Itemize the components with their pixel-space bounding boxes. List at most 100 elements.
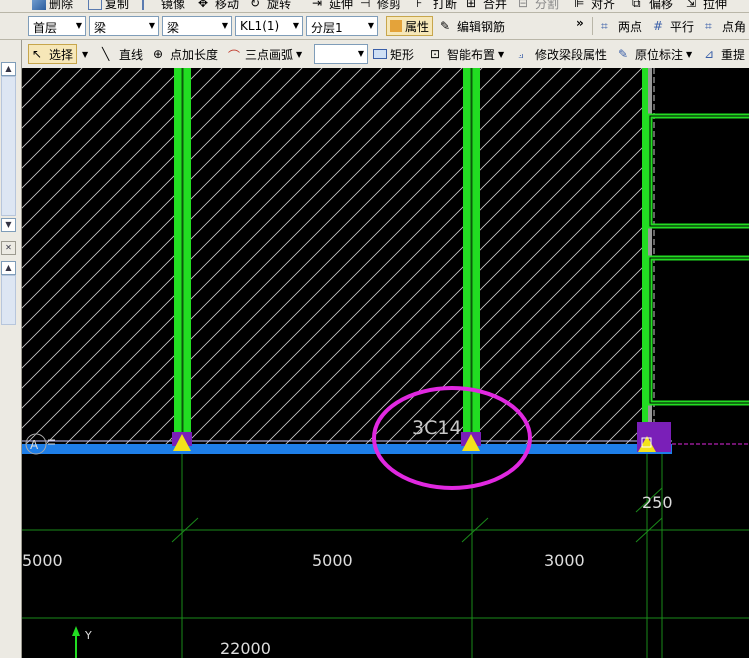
type-select[interactable]: 梁 ▼ bbox=[89, 16, 159, 36]
mirror-icon bbox=[142, 0, 158, 10]
dimension-text-small: 250 bbox=[642, 493, 673, 512]
component-select[interactable]: KL1(1) ▼ bbox=[235, 16, 303, 36]
point-length-button[interactable]: ⊕ 点加长度 bbox=[153, 44, 218, 64]
beam-frame-inner-line bbox=[649, 115, 749, 227]
properties-icon bbox=[390, 20, 402, 32]
rebar-label[interactable]: 3C14 bbox=[412, 417, 462, 439]
split-icon: ⊟ bbox=[518, 0, 529, 10]
subtype-select[interactable]: 梁 ▼ bbox=[162, 16, 232, 36]
mirror-button[interactable]: 镜像 bbox=[142, 0, 185, 12]
merge-icon: ⊞ bbox=[466, 0, 477, 10]
smart-layout-icon: ⊡ bbox=[430, 47, 441, 61]
delete-button[interactable]: 删除 bbox=[32, 0, 73, 12]
select-dropdown[interactable]: ▼ bbox=[82, 44, 88, 64]
stretch-icon: ⇲ bbox=[686, 0, 697, 10]
select-button[interactable]: ↖ 选择 bbox=[28, 44, 78, 64]
scroll-up-button-2[interactable]: ▲ bbox=[1, 261, 16, 275]
annotation-icon: ✎ bbox=[618, 47, 629, 61]
rotate-button[interactable]: ↻ 旋转 bbox=[250, 0, 291, 12]
two-points-button[interactable]: ⌗ 两点 bbox=[601, 16, 642, 36]
chevron-down-icon: ▼ bbox=[367, 21, 375, 30]
scrollbar-track-2[interactable] bbox=[1, 275, 16, 325]
move-button[interactable]: ✥ 移动 bbox=[198, 0, 239, 12]
toolbar-separator bbox=[592, 17, 593, 35]
dimension-text: 5000 bbox=[22, 551, 63, 570]
extend-button[interactable]: ⇥ 延伸 bbox=[312, 0, 353, 12]
point-angle-button[interactable]: ⌗ 点角 bbox=[705, 16, 746, 36]
ucs-y-arrow bbox=[72, 626, 80, 636]
trim-button[interactable]: ⊣ 修剪 bbox=[360, 0, 401, 12]
beam-frames-right bbox=[647, 113, 749, 406]
parallel-icon: # bbox=[653, 19, 664, 33]
reextract-button[interactable]: ⊿ 重提 bbox=[704, 44, 745, 64]
start-letter: A bbox=[30, 438, 39, 452]
dimension-text: 5000 bbox=[312, 551, 353, 570]
scrollbar-track[interactable] bbox=[1, 76, 16, 216]
align-button[interactable]: ⊫ 对齐 bbox=[574, 0, 615, 12]
properties-button[interactable]: 属性 bbox=[386, 16, 434, 36]
ucs-y-label: Y bbox=[84, 629, 92, 642]
delete-icon bbox=[32, 0, 46, 10]
toolbar-edit: 删除 复制 镜像 ✥ 移动 ↻ 旋转 ⇥ 延伸 ⊣ 修剪 ⊦ 打断 ⊞ 合并 ⊟ 分割 ⊫ 对齐… bbox=[0, 0, 749, 13]
chevron-down-icon: ▼ bbox=[686, 49, 693, 59]
chevron-down-icon: ▼ bbox=[148, 21, 156, 30]
floor-select[interactable]: 首层 ▼ bbox=[28, 16, 86, 36]
ucs-axis-icon: Y bbox=[72, 626, 92, 658]
inplace-annotation-button[interactable]: ✎ 原位标注 ▼ bbox=[618, 44, 692, 64]
scroll-up-button[interactable]: ▲ bbox=[1, 62, 16, 76]
split-button[interactable]: ⊟ 分割 bbox=[518, 0, 559, 12]
offset-button[interactable]: ⧉ 偏移 bbox=[632, 0, 673, 12]
chevron-down-icon: ▼ bbox=[296, 49, 303, 59]
reextract-icon: ⊿ bbox=[704, 47, 715, 61]
more-toolbar-button[interactable]: » bbox=[576, 13, 584, 33]
copy-button[interactable]: 复制 bbox=[88, 0, 129, 12]
chevron-down-icon: ▼ bbox=[292, 21, 300, 30]
layer-select[interactable]: 分层1 ▼ bbox=[306, 16, 378, 36]
break-button[interactable]: ⊦ 打断 bbox=[416, 0, 457, 12]
offset-icon: ⧉ bbox=[632, 0, 641, 10]
break-icon: ⊦ bbox=[416, 0, 423, 10]
point-angle-icon: ⌗ bbox=[705, 19, 712, 33]
align-icon: ⊫ bbox=[574, 0, 585, 10]
line-button[interactable]: ╲ 直线 bbox=[102, 44, 143, 64]
slab-hatch bbox=[22, 68, 642, 444]
edit-rebar-button[interactable]: ✎ 编辑钢筋 bbox=[440, 16, 505, 36]
beam-frame bbox=[647, 113, 749, 229]
chevron-down-icon: ▼ bbox=[75, 21, 83, 30]
two-points-icon: ⌗ bbox=[601, 19, 608, 33]
dimension-total-text: 22000 bbox=[220, 639, 271, 658]
merge-button[interactable]: ⊞ 合并 bbox=[466, 0, 507, 12]
stretch-button[interactable]: ⇲ 拉伸 bbox=[686, 0, 727, 12]
drawing-canvas[interactable]: A 3C14 5000 5000 3000 250 22000 Y bbox=[22, 68, 749, 658]
copy-icon bbox=[88, 0, 102, 10]
modify-icon: ⟓ bbox=[518, 47, 524, 61]
scroll-down-button[interactable]: ▼ bbox=[1, 218, 16, 232]
dimension-text: 3000 bbox=[544, 551, 585, 570]
extend-icon: ⇥ bbox=[312, 0, 323, 10]
smart-layout-button[interactable]: ⊡ 智能布置 ▼ bbox=[430, 44, 504, 64]
parallel-button[interactable]: # 平行 bbox=[653, 16, 694, 36]
chevron-down-icon: ▼ bbox=[357, 49, 365, 58]
line-icon: ╲ bbox=[102, 47, 110, 61]
rectangle-icon bbox=[373, 49, 387, 59]
rotate-icon: ↻ bbox=[250, 0, 261, 10]
three-point-arc-button[interactable]: ⌒ 三点画弧 ▼ bbox=[228, 44, 302, 64]
selected-beam[interactable] bbox=[22, 444, 672, 454]
chevron-down-icon: ▼ bbox=[221, 21, 229, 30]
left-panel-strip: ▲ ▼ ✕ ▲ bbox=[0, 40, 22, 658]
beam-frame-inner-line bbox=[649, 257, 749, 404]
chevron-down-icon: ▼ bbox=[498, 49, 505, 59]
beam-vertical bbox=[642, 68, 648, 444]
beam-frame bbox=[647, 255, 749, 406]
rectangle-button[interactable]: 矩形 bbox=[373, 44, 414, 64]
toolbar-selectors: 首层 ▼ 梁 ▼ 梁 ▼ KL1(1) ▼ 分层1 ▼ 属性 ✎ 编辑钢筋 » ⌗ 两点 # 平… bbox=[0, 13, 749, 40]
trim-icon: ⊣ bbox=[360, 0, 371, 10]
arc-icon: ⌒ bbox=[228, 49, 241, 63]
pencil-icon: ✎ bbox=[440, 19, 451, 33]
cursor-icon: ↖ bbox=[32, 47, 43, 61]
modify-span-props-button[interactable]: ⟓ 修改梁段属性 bbox=[518, 44, 607, 64]
arc-option-select[interactable]: ▼ bbox=[314, 44, 368, 64]
point-length-icon: ⊕ bbox=[153, 47, 164, 61]
close-icon[interactable]: ✕ bbox=[1, 241, 16, 255]
move-icon: ✥ bbox=[198, 0, 209, 10]
